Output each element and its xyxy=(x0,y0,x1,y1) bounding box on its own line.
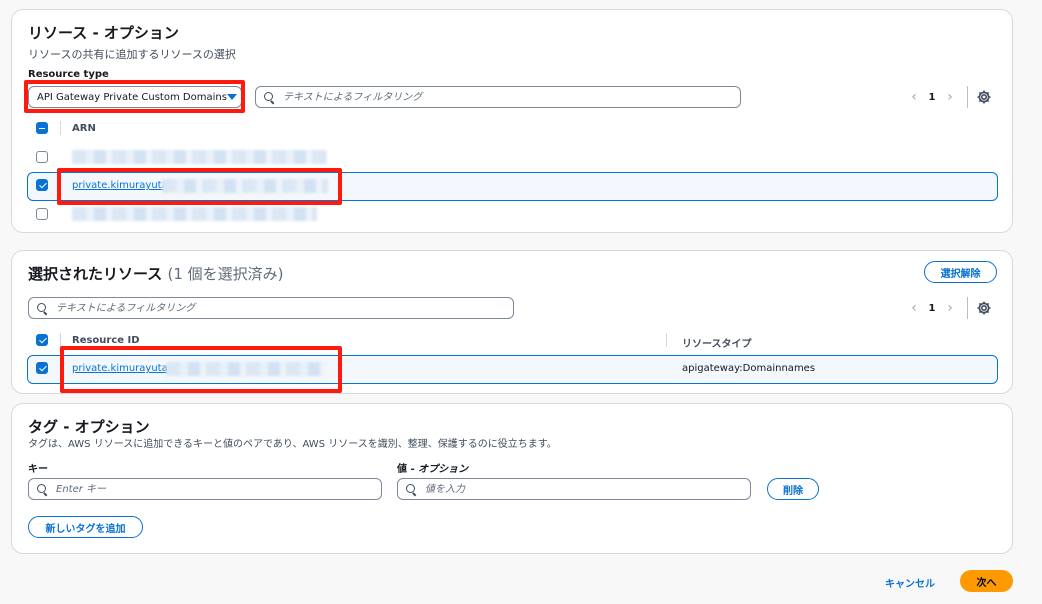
gear-icon[interactable] xyxy=(976,89,992,105)
tags-panel: タグ - オプション タグは、AWS リソースに追加できるキーと値のペアであり、… xyxy=(11,403,1013,554)
resources-panel: リソース - オプション リソースの共有に追加するリソースの選択 Resourc… xyxy=(11,9,1013,233)
row-checkbox[interactable] xyxy=(36,208,48,220)
column-divider xyxy=(666,333,667,347)
column-divider xyxy=(60,121,61,135)
value-optional-text: オプション xyxy=(418,464,469,475)
selected-panel-title: 選択されたリソース (1 個を選択済み) xyxy=(28,263,284,284)
resources-filter xyxy=(255,86,741,108)
add-tag-button[interactable]: 新しいタグを追加 xyxy=(28,516,143,538)
column-header-resource-id: Resource ID xyxy=(72,335,140,346)
resource-type-cell: apigateway:Domainnames xyxy=(682,363,816,374)
selected-panel-title-text: 選択されたリソース xyxy=(28,265,163,283)
pager-divider xyxy=(967,86,968,108)
arn-link[interactable]: private.kimurayuta xyxy=(72,180,168,191)
resources-panel-description: リソースの共有に追加するリソースの選択 xyxy=(28,48,236,61)
search-icon xyxy=(406,483,417,495)
caret-down-icon xyxy=(226,94,237,100)
selected-pagination: ‹ 1 › xyxy=(905,297,992,319)
deselect-button[interactable]: 選択解除 xyxy=(924,261,997,283)
search-icon xyxy=(37,302,48,314)
redacted-arn xyxy=(72,207,317,221)
row-checkbox[interactable] xyxy=(36,151,48,163)
tags-panel-description: タグは、AWS リソースに追加できるキーと値のペアであり、AWS リソースを識別… xyxy=(28,439,557,450)
resources-pagination: ‹ 1 › xyxy=(905,86,992,108)
remove-tag-button[interactable]: 削除 xyxy=(767,478,819,500)
page-number[interactable]: 1 xyxy=(923,92,941,103)
search-icon xyxy=(264,91,275,103)
redacted-arn xyxy=(72,150,327,164)
search-icon xyxy=(37,483,48,495)
value-label: 値 - オプション xyxy=(397,460,468,475)
chevron-right-icon[interactable]: › xyxy=(941,89,959,105)
redacted-resource-id xyxy=(166,362,326,376)
column-header-resource-type: リソースタイプ xyxy=(682,339,752,350)
tag-key-input[interactable] xyxy=(54,482,373,496)
selected-filter xyxy=(28,297,514,319)
selected-resources-panel: 選択されたリソース (1 個を選択済み) 選択解除 ‹ 1 › Resource… xyxy=(11,250,1013,394)
selected-count: (1 個を選択済み) xyxy=(167,265,284,283)
value-label-separator: - xyxy=(407,464,419,475)
row-checkbox[interactable] xyxy=(36,362,48,374)
gear-icon[interactable] xyxy=(976,300,992,316)
column-divider xyxy=(60,333,61,347)
resource-id-link[interactable]: private.kimurayuta. xyxy=(72,363,171,374)
next-button[interactable]: 次へ xyxy=(960,570,1013,592)
resource-type-label: Resource type xyxy=(28,69,109,80)
redacted-arn xyxy=(162,179,328,193)
tag-value-field xyxy=(397,478,751,500)
resources-panel-title: リソース - オプション xyxy=(28,24,179,42)
pager-divider xyxy=(967,297,968,319)
column-header-arn: ARN xyxy=(72,123,96,134)
chevron-left-icon[interactable]: ‹ xyxy=(905,89,923,105)
key-label: キー xyxy=(28,464,48,475)
row-checkbox[interactable] xyxy=(36,179,48,191)
resources-filter-input[interactable] xyxy=(281,90,732,104)
resource-type-value: API Gateway Private Custom Domains xyxy=(37,91,227,103)
cancel-button[interactable]: キャンセル xyxy=(885,575,935,590)
select-all-checkbox[interactable] xyxy=(36,334,48,346)
chevron-right-icon[interactable]: › xyxy=(941,300,959,316)
page-number[interactable]: 1 xyxy=(923,303,941,314)
resource-type-select[interactable]: API Gateway Private Custom Domains xyxy=(28,86,242,108)
tags-panel-title: タグ - オプション xyxy=(28,418,150,436)
tag-key-field xyxy=(28,478,382,500)
value-label-text: 値 xyxy=(397,464,407,475)
select-all-checkbox[interactable] xyxy=(36,122,48,134)
selected-filter-input[interactable] xyxy=(54,301,505,315)
tag-value-input[interactable] xyxy=(423,482,742,496)
chevron-left-icon[interactable]: ‹ xyxy=(905,300,923,316)
